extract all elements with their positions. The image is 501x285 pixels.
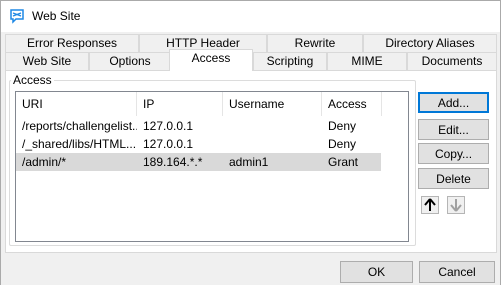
window-title: Web Site: [32, 9, 81, 23]
cell-access: Deny: [328, 119, 357, 133]
title-bar[interactable]: Web Site: [1, 1, 500, 32]
access-list[interactable]: URI IP Username Access /reports/challeng…: [15, 91, 409, 242]
delete-button[interactable]: Delete: [418, 168, 489, 189]
web-site-icon: [9, 8, 25, 24]
tab-error-responses[interactable]: Error Responses: [5, 34, 139, 52]
cell-ip: 127.0.0.1: [143, 137, 194, 151]
cell-access: Deny: [328, 137, 357, 151]
add-button[interactable]: Add...: [418, 92, 489, 113]
copy-button[interactable]: Copy...: [418, 143, 489, 164]
tab-documents[interactable]: Documents: [407, 52, 497, 70]
table-row[interactable]: /_shared/libs/HTML... 127.0.0.1 Deny: [16, 135, 408, 153]
tab-rewrite[interactable]: Rewrite: [267, 34, 363, 52]
cell-username: admin1: [229, 155, 269, 169]
table-row[interactable]: /reports/challengelist... 127.0.0.1 Deny: [16, 117, 408, 135]
cell-username: [223, 135, 322, 153]
column-header-access[interactable]: Access: [322, 92, 382, 116]
cell-ip: 189.164.*.*: [143, 155, 203, 169]
column-header-username[interactable]: Username: [223, 92, 322, 116]
access-group-label: Access: [11, 73, 54, 87]
tab-options[interactable]: Options: [89, 52, 171, 70]
move-up-button[interactable]: [421, 196, 439, 214]
cell-uri: /_shared/libs/HTML...: [22, 137, 137, 151]
dialog-window: Web Site Error Responses HTTP Header Rew…: [0, 0, 501, 285]
cancel-button[interactable]: Cancel: [419, 261, 495, 283]
tab-scripting[interactable]: Scripting: [253, 52, 327, 70]
cell-access: Grant: [328, 155, 359, 169]
column-header-ip[interactable]: IP: [137, 92, 223, 116]
tab-mime[interactable]: MIME: [327, 52, 407, 70]
tab-access[interactable]: Access: [169, 49, 253, 71]
cell-uri: /reports/challengelist...: [22, 119, 137, 133]
tab-web-site[interactable]: Web Site: [5, 52, 89, 70]
arrow-up-icon: [422, 198, 438, 216]
edit-button[interactable]: Edit...: [418, 119, 489, 140]
ok-button[interactable]: OK: [340, 261, 413, 283]
column-header-uri[interactable]: URI: [16, 92, 137, 116]
cell-uri: /admin/*: [22, 155, 67, 169]
table-row-selected[interactable]: /admin/* 189.164.*.* admin1 Grant: [16, 153, 381, 171]
move-down-button[interactable]: [447, 196, 465, 214]
arrow-down-icon: [448, 199, 464, 216]
tab-directory-aliases[interactable]: Directory Aliases: [363, 34, 497, 52]
list-header: URI IP Username Access: [16, 92, 408, 116]
cell-username: [223, 117, 322, 135]
cell-ip: 127.0.0.1: [143, 119, 194, 133]
